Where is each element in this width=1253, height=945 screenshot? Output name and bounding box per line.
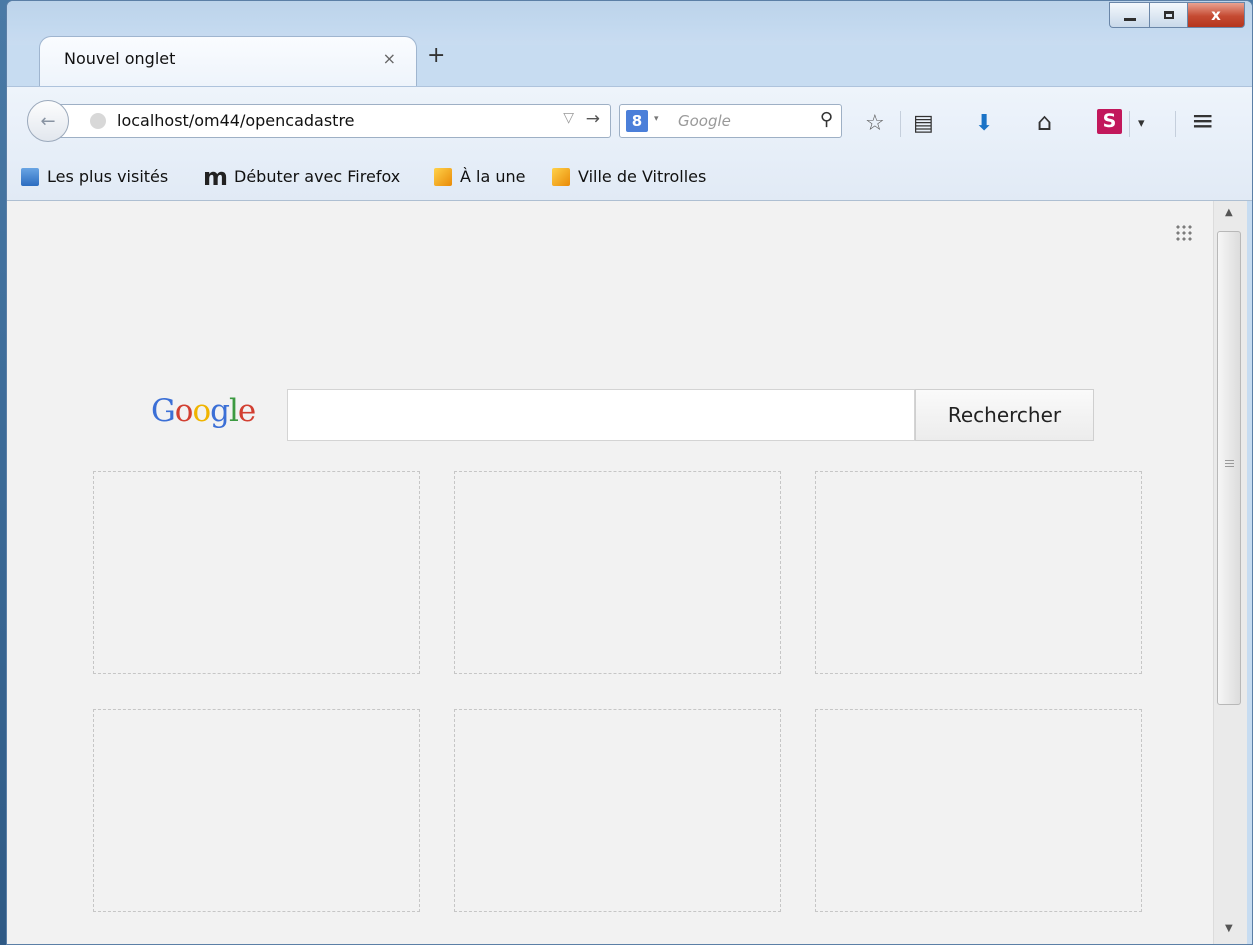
search-icon[interactable]: ⚲ [820, 109, 833, 130]
rss-icon [434, 167, 452, 186]
engine-dropdown-icon[interactable]: ▾ [654, 114, 659, 124]
rss-icon [552, 167, 570, 186]
bookmark-a-la-une[interactable]: À la une [434, 167, 526, 186]
tab-nouvel-onglet[interactable]: Nouvel onglet × [39, 36, 417, 86]
go-arrow-icon[interactable]: → [586, 109, 600, 129]
scroll-up-icon[interactable]: ▲ [1225, 207, 1233, 218]
site-tile[interactable] [93, 709, 420, 912]
bookmark-ville-de-vitrolles[interactable]: Ville de Vitrolles [552, 167, 706, 186]
reading-list-icon[interactable]: ▤ [913, 111, 934, 136]
site-tile[interactable] [815, 471, 1142, 674]
site-tile[interactable] [93, 471, 420, 674]
scrollbar-thumb[interactable] [1217, 231, 1241, 705]
site-tile[interactable] [815, 709, 1142, 912]
newtab-search-input[interactable] [287, 389, 915, 441]
browser-window: x Nouvel onglet × + ← localhost/om44/ope… [6, 0, 1253, 945]
toolbar-separator [1129, 111, 1130, 137]
maximize-icon [1163, 11, 1174, 19]
addon-dropdown-icon[interactable]: ▾ [1138, 116, 1145, 131]
search-input[interactable]: Google [678, 112, 731, 130]
url-input[interactable]: localhost/om44/opencadastre [117, 111, 355, 130]
menu-icon[interactable]: ≡ [1191, 104, 1214, 137]
window-controls: x [1109, 2, 1245, 28]
globe-icon [90, 113, 106, 129]
s-addon-icon[interactable]: S [1097, 109, 1122, 134]
site-tile[interactable] [454, 709, 781, 912]
download-icon[interactable]: ⬇ [975, 111, 993, 136]
grip-icon [1225, 460, 1234, 468]
grid-toggle-icon[interactable] [1175, 224, 1193, 242]
bookmark-label: Les plus visités [47, 167, 169, 186]
url-history-dropdown-icon[interactable]: ▽ [563, 110, 574, 126]
maximize-button[interactable] [1149, 2, 1187, 28]
new-tab-button[interactable]: + [427, 43, 445, 68]
star-icon[interactable]: ☆ [865, 111, 885, 136]
tab-close-icon[interactable]: × [383, 49, 396, 68]
bookmark-firefox-start[interactable]: m Débuter avec Firefox [203, 162, 401, 191]
navigation-toolbar: ← localhost/om44/opencadastre ▽ → 8 ▾ Go… [7, 86, 1252, 156]
bookmark-label: Débuter avec Firefox [234, 167, 401, 186]
tab-title: Nouvel onglet [64, 49, 176, 68]
home-icon[interactable]: ⌂ [1037, 108, 1052, 136]
bookmarks-toolbar: Les plus visités m Débuter avec Firefox … [7, 155, 1252, 201]
google-logo: Google [151, 393, 256, 429]
vertical-scrollbar[interactable]: ▲ ▼ [1213, 201, 1247, 944]
search-bar[interactable]: 8 ▾ Google ⚲ [619, 104, 842, 138]
site-tile[interactable] [454, 471, 781, 674]
back-button[interactable]: ← [27, 100, 69, 142]
minimize-button[interactable] [1109, 2, 1149, 28]
bookmark-label: À la une [460, 167, 526, 186]
rechercher-button[interactable]: Rechercher [915, 389, 1094, 441]
toolbar-separator [900, 111, 901, 137]
most-visited-icon [21, 167, 39, 186]
google-engine-icon[interactable]: 8 [626, 110, 648, 132]
bookmark-label: Ville de Vitrolles [578, 167, 707, 186]
bookmark-most-visited[interactable]: Les plus visités [21, 167, 168, 186]
toolbar-separator [1175, 111, 1176, 137]
minimize-icon [1123, 17, 1136, 21]
mozilla-m-icon: m [203, 162, 229, 191]
arrow-left-icon: ← [40, 110, 56, 132]
url-bar[interactable]: localhost/om44/opencadastre ▽ → [53, 104, 611, 138]
scroll-down-icon[interactable]: ▼ [1225, 923, 1233, 934]
close-window-button[interactable]: x [1187, 2, 1245, 28]
